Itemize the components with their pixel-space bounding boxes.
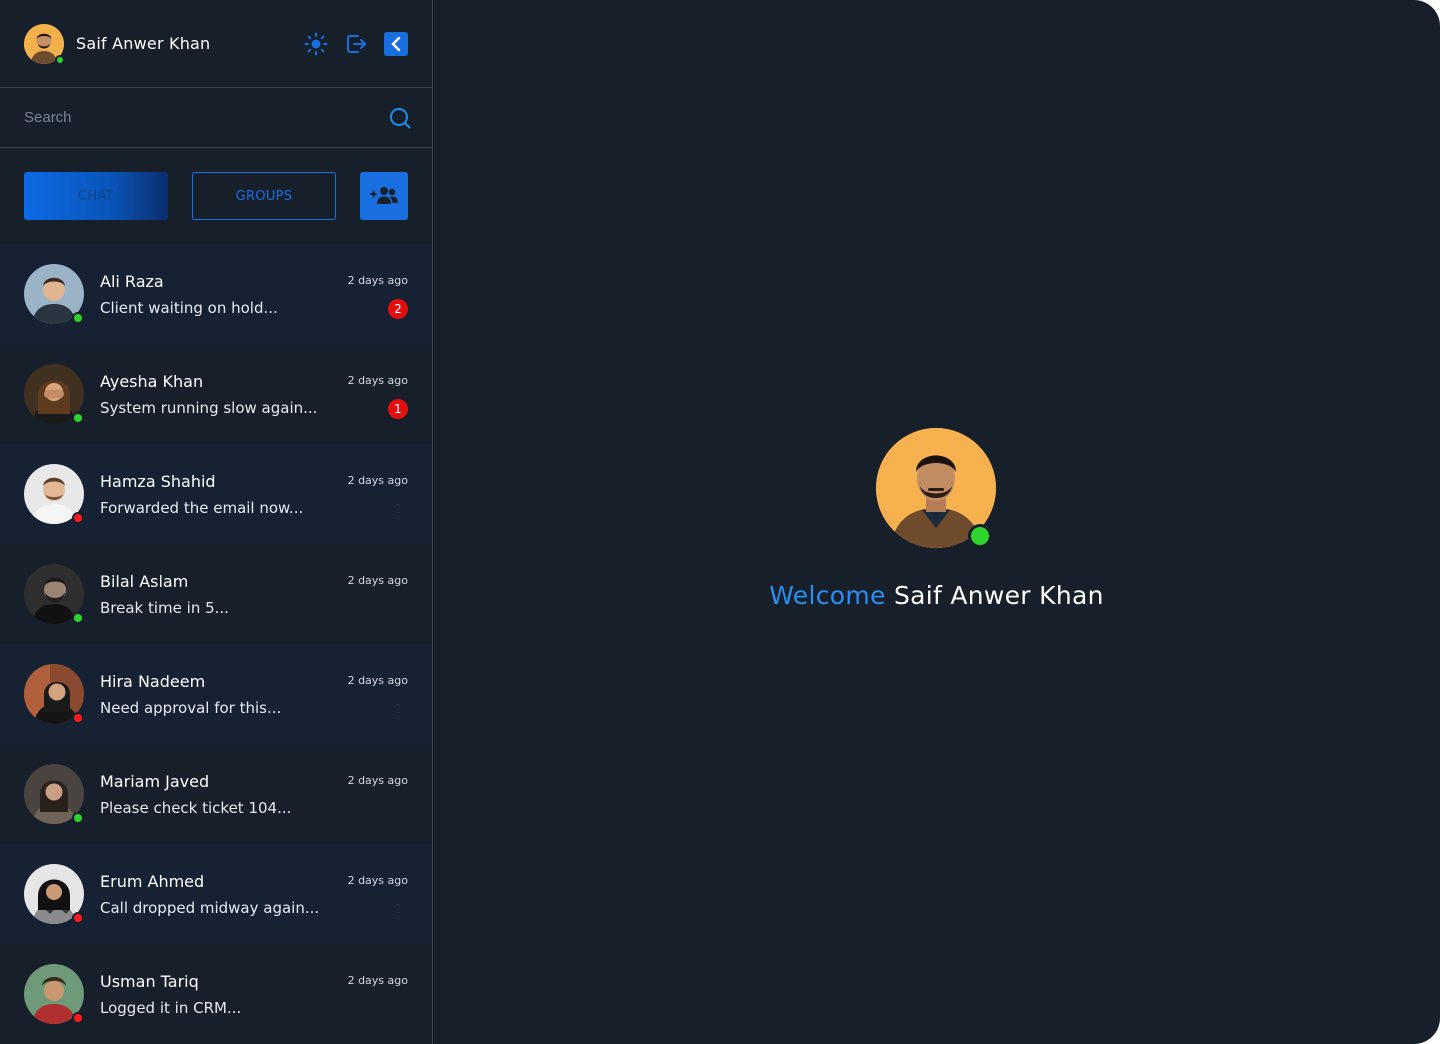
collapse-sidebar-button[interactable] [384, 31, 408, 56]
chat-list-item[interactable]: Usman Tariq Logged it in CRM... 2 days a… [0, 944, 432, 1044]
last-message: Break time in 5... [100, 598, 229, 617]
unread-badge: 1 [388, 399, 408, 419]
current-user-avatar[interactable] [24, 23, 65, 65]
online-status-dot [72, 812, 84, 824]
contact-avatar [24, 664, 84, 724]
contact-avatar [24, 564, 84, 624]
chat-list-item[interactable]: Hira Nadeem Need approval for this... 2 … [0, 644, 432, 744]
message-time: 2 days ago [347, 774, 408, 787]
contact-avatar [24, 964, 84, 1024]
theme-toggle-button[interactable] [304, 32, 328, 56]
chevron-left-icon [391, 36, 401, 51]
message-time: 2 days ago [347, 674, 408, 687]
chat-list-item[interactable]: Hamza Shahid Forwarded the email now... … [0, 444, 432, 544]
message-time: 2 days ago [347, 274, 408, 287]
chat-app: Saif Anwer Khan Search CHAT GROUPS Ali R… [0, 0, 1440, 1044]
message-time: 2 days ago [347, 574, 408, 587]
chat-meta: 2 days ago [348, 974, 408, 987]
sidebar-header: Saif Anwer Khan [0, 0, 432, 88]
message-time: 2 days ago [347, 974, 408, 987]
tab-chat[interactable]: CHAT [24, 172, 168, 220]
welcome-avatar [876, 428, 996, 548]
chat-meta: 2 days ago 2 [348, 674, 408, 719]
contact-avatar [24, 264, 84, 324]
welcome-user-name: Saif Anwer Khan [893, 581, 1104, 610]
message-time: 2 days ago [347, 474, 408, 487]
sidebar: Saif Anwer Khan Search CHAT GROUPS Ali R… [0, 0, 433, 1044]
tab-bar: CHAT GROUPS [0, 148, 432, 244]
welcome-message: Welcome Saif Anwer Khan [433, 581, 1440, 610]
last-message: Logged it in CRM... [100, 998, 242, 1017]
chat-list-item[interactable]: Mariam Javed Please check ticket 104... … [0, 744, 432, 844]
logout-button[interactable] [344, 32, 368, 56]
chat-meta: 2 days ago [348, 774, 408, 787]
add-group-button[interactable] [360, 172, 408, 220]
online-status-dot [72, 612, 84, 624]
chat-meta: 2 days ago 1 [348, 374, 408, 419]
message-time: 2 days ago [347, 874, 408, 887]
welcome-greeting: Welcome [769, 581, 886, 610]
contact-avatar [24, 864, 84, 924]
online-status-dot [968, 524, 992, 548]
sun-icon [304, 32, 328, 55]
offline-status-dot [72, 912, 84, 924]
logout-icon [347, 34, 366, 53]
search-bar [0, 88, 432, 148]
contact-avatar [24, 364, 84, 424]
online-status-dot [72, 312, 84, 324]
chat-list-item[interactable]: Ayesha Khan System running slow again...… [0, 344, 432, 444]
current-user-name: Saif Anwer Khan [76, 34, 211, 53]
online-status-dot [55, 54, 65, 65]
search-button[interactable] [388, 106, 412, 130]
chat-list-item[interactable]: Bilal Aslam Break time in 5... 2 days ag… [0, 544, 432, 644]
search-input[interactable] [24, 109, 388, 126]
unread-badge: 2 [394, 902, 402, 916]
online-status-dot [72, 412, 84, 424]
add-group-icon [370, 187, 398, 204]
offline-status-dot [72, 1012, 84, 1024]
chat-list-item[interactable]: Ali Raza Client waiting on hold... 2 day… [0, 244, 432, 344]
contact-avatar [24, 764, 84, 824]
unread-badge: 2 [394, 502, 402, 516]
search-icon [390, 107, 411, 128]
last-message: Please check ticket 104... [100, 798, 292, 817]
header-actions [304, 31, 408, 56]
chat-meta: 2 days ago 2 [348, 874, 408, 919]
chat-list-item[interactable]: Erum Ahmed Call dropped midway again... … [0, 844, 432, 944]
unread-badge: 2 [388, 299, 408, 319]
current-user: Saif Anwer Khan [24, 23, 304, 65]
chat-meta: 2 days ago [348, 574, 408, 587]
contact-avatar [24, 464, 84, 524]
message-time: 2 days ago [347, 374, 408, 387]
chat-meta: 2 days ago 2 [348, 474, 408, 519]
chat-list: Ali Raza Client waiting on hold... 2 day… [0, 244, 432, 1044]
offline-status-dot [72, 512, 84, 524]
welcome-panel: Welcome Saif Anwer Khan [433, 0, 1440, 1044]
tab-groups[interactable]: GROUPS [192, 172, 336, 220]
unread-badge: 2 [394, 702, 402, 716]
chat-meta: 2 days ago 2 [348, 274, 408, 319]
offline-status-dot [72, 712, 84, 724]
